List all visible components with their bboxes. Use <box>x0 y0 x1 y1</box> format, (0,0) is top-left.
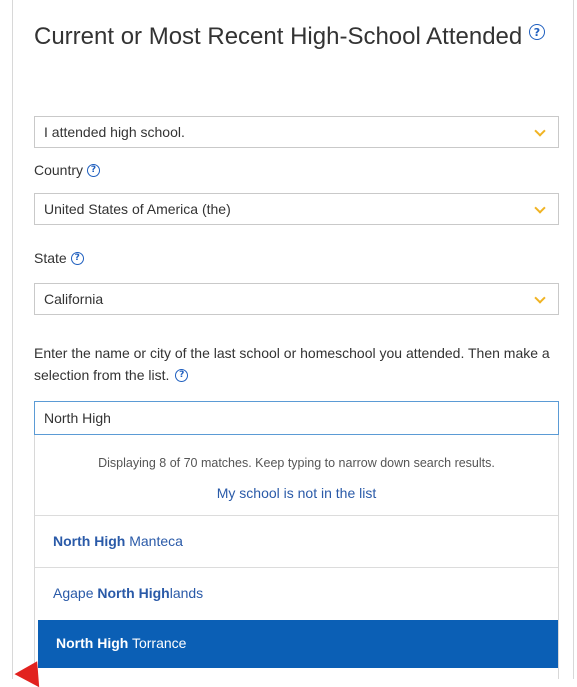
results-count-info: Displaying 8 of 70 matches. Keep typing … <box>98 456 495 470</box>
school-option[interactable]: North High Manteca <box>35 515 558 565</box>
option-match: North High <box>53 533 126 549</box>
school-option[interactable]: Agape North Highlands <box>35 567 558 617</box>
attendance-select-value: I attended high school. <box>44 124 185 140</box>
option-match: North High <box>56 635 129 651</box>
school-not-in-list-link[interactable]: My school is not in the list <box>35 485 558 501</box>
chevron-down-icon <box>534 202 546 214</box>
school-search-prompt-text: Enter the name or city of the last schoo… <box>34 345 550 383</box>
option-suffix: lands <box>169 585 204 601</box>
option-prefix: Agape <box>53 585 98 601</box>
chevron-down-icon <box>534 292 546 304</box>
school-search-input[interactable]: North High <box>34 401 559 435</box>
school-results-dropdown: Displaying 8 of 70 matches. Keep typing … <box>34 435 559 679</box>
chevron-down-icon <box>534 125 546 137</box>
state-select[interactable]: California <box>34 283 559 315</box>
country-select[interactable]: United States of America (the) <box>34 193 559 225</box>
page-title: Current or Most Recent High-School Atten… <box>34 22 554 52</box>
state-select-value: California <box>44 291 104 307</box>
attendance-select[interactable]: I attended high school. <box>34 116 559 148</box>
help-icon[interactable]: ? <box>87 163 101 177</box>
country-label-text: Country <box>34 162 84 178</box>
help-icon[interactable]: ? <box>528 24 545 40</box>
help-icon[interactable]: ? <box>70 251 84 265</box>
option-match: North High <box>97 585 170 601</box>
option-suffix: Manteca <box>125 533 183 549</box>
school-search-value: North High <box>44 410 111 426</box>
option-suffix: Torrance <box>128 635 187 651</box>
state-label-text: State <box>34 250 67 266</box>
page-title-text: Current or Most Recent High-School Atten… <box>34 23 523 50</box>
country-select-value: United States of America (the) <box>44 201 231 217</box>
school-search-prompt: Enter the name or city of the last schoo… <box>34 342 559 386</box>
help-icon[interactable]: ? <box>175 368 189 382</box>
school-option-selected[interactable]: North High Torrance <box>38 620 558 668</box>
country-label: Country? <box>34 161 101 179</box>
state-label: State? <box>34 249 84 267</box>
